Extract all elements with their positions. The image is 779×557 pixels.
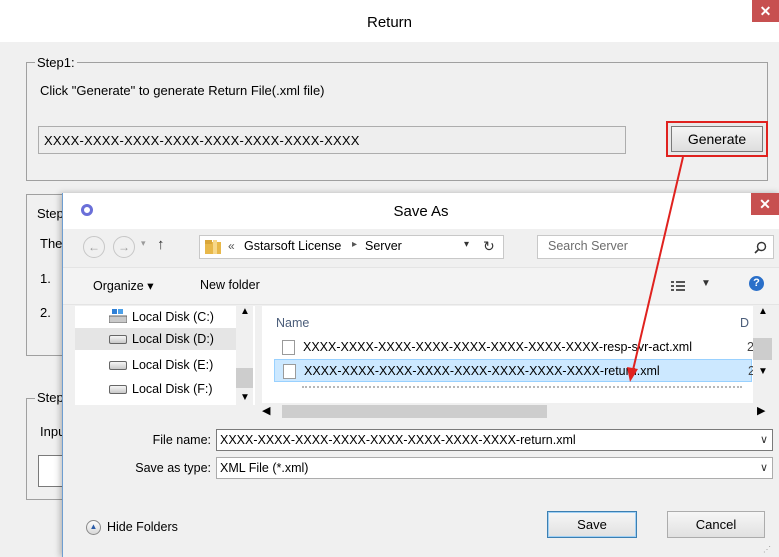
breadcrumb-separator[interactable]: ▸ [352, 239, 357, 250]
nav-item-label: Local Disk (C:) [132, 310, 214, 324]
search-icon[interactable] [754, 241, 767, 254]
chevron-down-icon[interactable]: ∨ [760, 458, 768, 478]
scroll-up-arrow-icon[interactable]: ▲ [758, 306, 768, 317]
xml-file-icon [283, 364, 296, 379]
scroll-thumb[interactable] [236, 368, 253, 388]
scroll-left-arrow-icon[interactable]: ◀ [262, 404, 270, 417]
nav-item-label: Local Disk (E:) [132, 358, 214, 372]
view-options-icon[interactable] [671, 280, 685, 292]
scroll-right-arrow-icon[interactable]: ▶ [757, 404, 765, 417]
save-as-dialog: Save As ✕ ← → ▾ ↑ « Gstarsoft License ▸ … [62, 193, 779, 557]
address-dropdown-icon[interactable]: ▾ [464, 239, 469, 250]
file-pane-vertical-scrollbar[interactable]: ▲ ▼ [753, 306, 772, 405]
save-button[interactable]: Save [547, 511, 637, 538]
column-header-date[interactable]: D [740, 316, 749, 330]
scroll-thumb[interactable] [282, 405, 547, 418]
drive-icon [109, 385, 127, 394]
scroll-down-arrow-icon[interactable]: ▼ [240, 392, 250, 403]
save-as-type-select[interactable]: XML File (*.xml) ∨ [216, 457, 773, 479]
hide-folders-label: Hide Folders [107, 520, 178, 534]
chevron-down-icon[interactable]: ∨ [760, 430, 768, 450]
file-name: XXXX-XXXX-XXXX-XXXX-XXXX-XXXX-XXXX-XXXX-… [304, 364, 660, 378]
save-as-close-button[interactable]: ✕ [751, 193, 779, 215]
step2-item-2: 2. [40, 305, 51, 320]
nav-item-local-disk-d[interactable]: Local Disk (D:) [75, 328, 238, 350]
save-as-type-value: XML File (*.xml) [220, 461, 309, 475]
history-dropdown-icon[interactable]: ▾ [141, 238, 146, 249]
system-drive-icon [109, 309, 127, 323]
nav-item-label: Local Disk (D:) [132, 332, 214, 346]
back-arrow-icon[interactable]: ← [83, 236, 105, 258]
drive-icon [109, 361, 127, 370]
nav-item-label: Local Disk (F:) [132, 382, 213, 396]
save-as-type-label: Save as type: [135, 461, 211, 475]
nav-item-local-disk-c[interactable]: Local Disk (C:) [75, 306, 238, 328]
file-row-partial[interactable] [292, 386, 752, 392]
file-name-value: XXXX-XXXX-XXXX-XXXX-XXXX-XXXX-XXXX-XXXX-… [220, 433, 576, 447]
scroll-down-arrow-icon[interactable]: ▼ [758, 366, 768, 377]
navigation-pane: Local Disk (C:) Local Disk (D:) Local Di… [75, 306, 255, 405]
up-arrow-icon[interactable]: ↑ [157, 236, 165, 253]
view-dropdown-icon[interactable]: ▼ [701, 278, 711, 289]
breadcrumb-prefix[interactable]: « [228, 239, 235, 253]
activation-code-field[interactable]: XXXX-XXXX-XXXX-XXXX-XXXX-XXXX-XXXX-XXXX [38, 126, 626, 154]
return-close-button[interactable]: ✕ [752, 0, 779, 22]
help-icon[interactable]: ? [749, 276, 764, 291]
cancel-button[interactable]: Cancel [667, 511, 765, 538]
resize-grip-icon[interactable]: ⋰ [763, 545, 771, 554]
drive-icon [109, 335, 127, 344]
step2-text: The [40, 236, 63, 251]
step1-description: Click "Generate" to generate Return File… [40, 83, 325, 98]
nav-pane-scrollbar[interactable]: ▲ ▼ [236, 306, 253, 405]
step2-item-1: 1. [40, 271, 51, 286]
file-row-selected[interactable]: XXXX-XXXX-XXXX-XXXX-XXXX-XXXX-XXXX-XXXX-… [274, 359, 762, 382]
file-list-pane: Name D XXXX-XXXX-XXXX-XXXX-XXXX-XXXX-XXX… [262, 306, 772, 405]
chevron-up-icon: ▲ [86, 520, 101, 535]
hide-folders-toggle[interactable]: ▲ Hide Folders [83, 519, 203, 539]
step1-group [26, 62, 768, 181]
nav-item-local-disk-f[interactable]: Local Disk (F:) [75, 378, 238, 400]
scroll-thumb[interactable] [753, 338, 772, 360]
file-name-input[interactable]: XXXX-XXXX-XXXX-XXXX-XXXX-XXXX-XXXX-XXXX-… [216, 429, 773, 451]
organize-menu[interactable]: Organize ▾ [93, 278, 153, 293]
search-box[interactable]: Search Server [537, 235, 774, 259]
address-bar[interactable]: « Gstarsoft License ▸ Server ▾ ↻ [199, 235, 504, 259]
breadcrumb-gstarsoft-license[interactable]: Gstarsoft License [244, 239, 341, 253]
generate-button[interactable]: Generate [666, 121, 768, 157]
generate-button-label: Generate [687, 131, 747, 147]
file-pane-horizontal-scrollbar[interactable]: ◀ ▶ [262, 403, 772, 420]
forward-arrow-icon[interactable]: → [113, 236, 135, 258]
nav-item-local-disk-e[interactable]: Local Disk (E:) [75, 354, 238, 376]
search-placeholder: Search Server [548, 239, 628, 253]
column-header-name[interactable]: Name [276, 316, 309, 330]
file-name-label: File name: [152, 433, 211, 447]
file-name: XXXX-XXXX-XXXX-XXXX-XXXX-XXXX-XXXX-XXXX-… [303, 340, 692, 354]
file-row[interactable]: XXXX-XXXX-XXXX-XXXX-XXXX-XXXX-XXXX-XXXX-… [274, 336, 761, 359]
breadcrumb-server[interactable]: Server [365, 239, 402, 253]
dialog-toolbar: Organize ▾ New folder ▼ ? [63, 267, 779, 305]
scroll-up-arrow-icon[interactable]: ▲ [240, 306, 250, 317]
save-as-title: Save As [393, 203, 449, 220]
new-folder-button[interactable]: New folder [200, 278, 260, 292]
refresh-icon[interactable]: ↻ [483, 238, 495, 255]
folder-icon [205, 240, 221, 254]
step1-legend: Step1: [35, 55, 77, 70]
return-window-title: Return [0, 0, 779, 42]
xml-file-icon [282, 340, 295, 355]
